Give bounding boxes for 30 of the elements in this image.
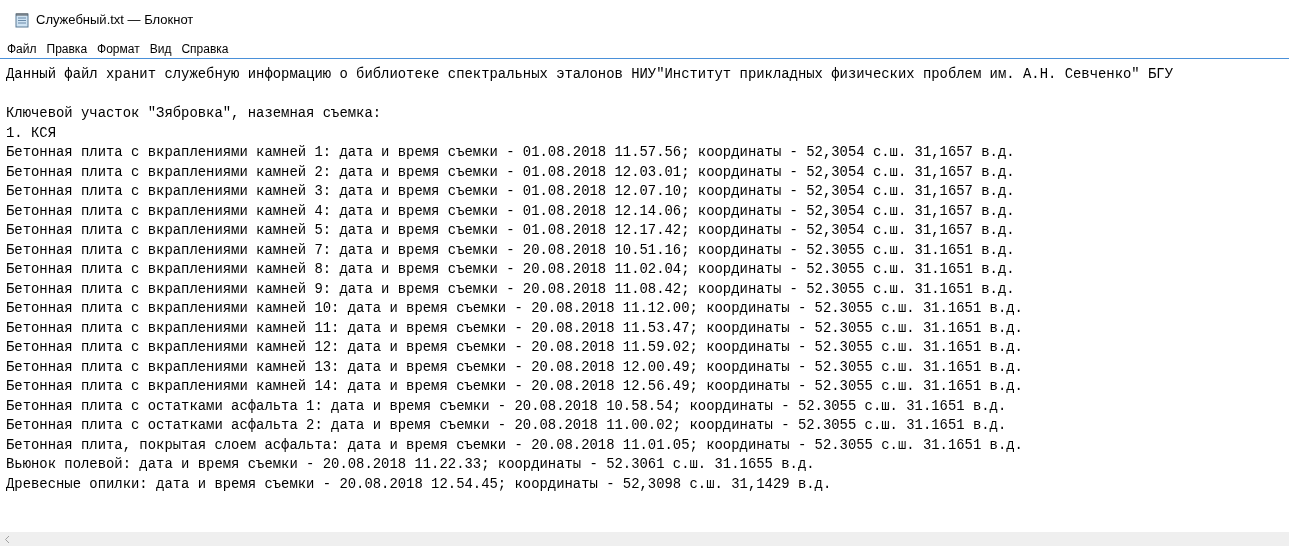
text-line: Бетонная плита с вкраплениями камней 2: дата и время съемки - 01.08.2018 12.03.01; координаты - 52,3054 с.ш. 31,1657 в.д. — [6, 162, 1016, 182]
text-line: Бетонная плита с вкраплениями камней 13: дата и время съемки - 20.08.2018 12.00.49; координаты - 52.3055 с.ш. 31.1651 в.д. — [6, 357, 1024, 377]
notepad-icon — [14, 12, 30, 28]
text-line: Бетонная плита с вкраплениями камней 5: дата и время съемки - 01.08.2018 12.17.42; координаты - 52,3054 с.ш. 31,1657 в.д. — [6, 221, 1016, 240]
menu-item[interactable]: Справка — [176, 40, 234, 58]
text-line: Бетонная плита с вкраплениями камней 10: дата и время съемки - 20.08.2018 11.12.00; координаты - 52.3055 с.ш. 31.1651 в.д. — [6, 299, 1024, 318]
text-line: Данный файл хранит служебную информацию о библиотеке спектральных эталонов НИУ"Институт прикладных физических проблем им. А.Н. Севченко" БГУ — [6, 65, 1174, 84]
text-line: Бетонная плита с вкраплениями камней 14: дата и время съемки - 20.08.2018 12.56.49; координаты - 52.3055 с.ш. 31.1651 в.д. — [6, 377, 1024, 396]
text-line: Бетонная плита с вкраплениями камней 7: дата и время съемки - 20.08.2018 10.51.16; координаты - 52.3055 с.ш. 31.1651 в.д. — [6, 240, 1016, 260]
menu-item[interactable]: Формат — [92, 40, 145, 58]
menu-item[interactable]: Файл — [2, 40, 42, 58]
text-line: Ключевой участок "Зябровка", наземная съемка: — [6, 104, 383, 123]
menu-item[interactable]: Вид — [144, 40, 177, 58]
text-line: Бетонная плита с вкраплениями камней 12: дата и время съемки - 20.08.2018 11.59.02; координаты - 52.3055 с.ш. 31.1651 в.д. — [6, 338, 1024, 357]
text-line: Бетонная плита с остатками асфальта 1: дата и время съемки - 20.08.2018 10.58.54; координаты - 52.3055 с.ш. 31.1651 в.д. — [6, 396, 1008, 416]
text-line: Бетонная плита с вкраплениями камней 1: дата и время съемки - 01.08.2018 11.57.56; координаты - 52,3054 с.ш. 31,1657 в.д. — [6, 143, 1016, 162]
text-line: Бетонная плита с вкраплениями камней 9: дата и время съемки - 20.08.2018 11.08.42; координаты - 52.3055 с.ш. 31.1651 в.д. — [6, 279, 1016, 299]
text-line: Вьюнок полевой: дата и время съемки - 20.08.2018 11.22.33; координаты - 52.3061 с.ш. 31.1655 в.д. — [6, 455, 816, 474]
text-line: Бетонная плита с остатками асфальта 2: дата и время съемки - 20.08.2018 11.00.02; координаты - 52.3055 с.ш. 31.1651 в.д. — [6, 416, 1008, 435]
text-line: Бетонная плита, покрытая слоем асфальта: дата и время съемки - 20.08.2018 11.01.05; координаты - 52.3055 с.ш. 31.1651 в.д. — [6, 435, 1024, 455]
window-title: Служебный.txt — Блокнот — [36, 11, 194, 30]
text-line: Бетонная плита с вкраплениями камней 4: дата и время съемки - 01.08.2018 12.14.06; координаты - 52,3054 с.ш. 31,1657 в.д. — [6, 201, 1016, 221]
text-line: Бетонная плита с вкраплениями камней 8: дата и время съемки - 20.08.2018 11.02.04; координаты - 52.3055 с.ш. 31.1651 в.д. — [6, 260, 1016, 279]
text-line: 1. КСЯ — [6, 123, 57, 143]
text-line: Бетонная плита с вкраплениями камней 3: дата и время съемки - 01.08.2018 12.07.10; координаты - 52,3054 с.ш. 31,1657 в.д. — [6, 182, 1016, 201]
horizontal-scrollbar[interactable] — [0, 532, 1289, 546]
text-line: Древесные опилки: дата и время съемки - 20.08.2018 12.54.45; координаты - 52,3098 с.ш. 31,1429 в.д. — [6, 474, 833, 494]
menu-item[interactable]: Правка — [41, 40, 93, 58]
text-line: Бетонная плита с вкраплениями камней 11: дата и время съемки - 20.08.2018 11.53.47; координаты - 52.3055 с.ш. 31.1651 в.д. — [6, 318, 1024, 338]
scroll-left-icon[interactable] — [4, 534, 10, 544]
